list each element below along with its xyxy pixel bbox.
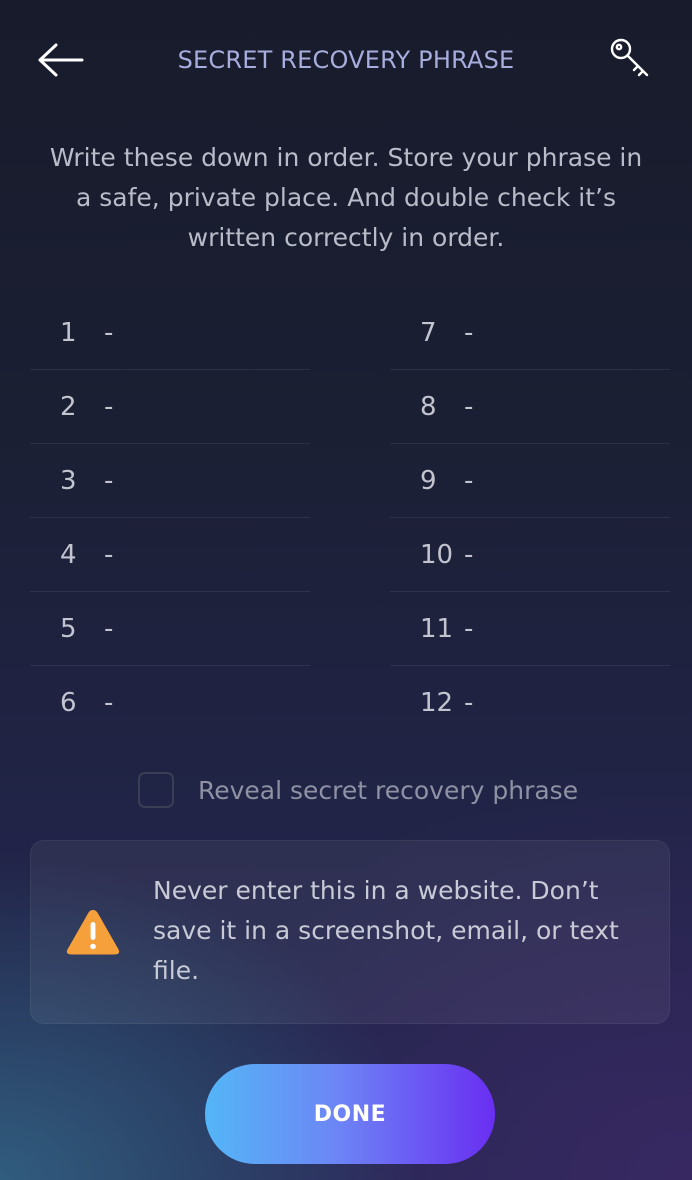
reveal-checkbox[interactable]: [138, 772, 174, 808]
word-separator: -: [104, 465, 114, 496]
word-index: 11: [420, 613, 454, 644]
key-icon: [610, 38, 649, 77]
word-index: 4: [60, 539, 77, 570]
word-separator: -: [104, 539, 114, 570]
word-index: 9: [420, 465, 437, 496]
phrase-word-10: 10 -: [390, 518, 670, 592]
word-separator: -: [464, 465, 474, 496]
word-separator: -: [104, 688, 114, 718]
phrase-word-12: 12 -: [390, 666, 670, 740]
done-button[interactable]: DONE: [205, 1064, 495, 1164]
phrase-word-11: 11 -: [390, 592, 670, 666]
phrase-word-4: 4 -: [30, 518, 310, 592]
warning-text: Never enter this in a website. Don’t sav…: [153, 876, 619, 985]
word-separator: -: [104, 391, 114, 422]
word-index: 2: [60, 391, 77, 422]
word-index: 10: [420, 539, 454, 570]
word-separator: -: [464, 317, 474, 348]
phrase-column-right: 7 - 8 - 9 - 10 - 11 - 12 -: [390, 296, 670, 740]
phrase-word-6: 6 -: [30, 666, 310, 740]
word-index: 8: [420, 391, 437, 422]
word-index: 6: [60, 688, 77, 718]
reveal-phrase-toggle[interactable]: Reveal secret recovery phrase: [138, 770, 578, 810]
phrase-word-5: 5 -: [30, 592, 310, 666]
word-index: 7: [420, 317, 437, 348]
key-button[interactable]: [606, 34, 654, 82]
word-index: 1: [60, 317, 77, 348]
word-separator: -: [464, 613, 474, 644]
warning-box: Never enter this in a website. Don’t sav…: [30, 840, 670, 1024]
phrase-word-1: 1 -: [30, 296, 310, 370]
word-index: 5: [60, 613, 77, 644]
phrase-word-8: 8 -: [390, 370, 670, 444]
word-index: 3: [60, 465, 77, 496]
warning-triangle-icon: [66, 910, 120, 955]
word-separator: -: [104, 317, 114, 348]
instructions-text: Write these down in order. Store your ph…: [49, 143, 643, 252]
page-title: SECRET RECOVERY PHRASE: [177, 46, 515, 74]
word-separator: -: [464, 539, 474, 570]
phrase-column-left: 1 - 2 - 3 - 4 - 5 - 6 -: [30, 296, 310, 740]
word-index: 12: [420, 688, 454, 718]
phrase-word-3: 3 -: [30, 444, 310, 518]
top-bar: SECRET RECOVERY PHRASE: [0, 0, 692, 124]
reveal-label: Reveal secret recovery phrase: [198, 775, 579, 805]
word-separator: -: [464, 688, 474, 718]
word-separator: -: [104, 613, 114, 644]
phrase-word-2: 2 -: [30, 370, 310, 444]
phrase-word-9: 9 -: [390, 444, 670, 518]
phrase-word-7: 7 -: [390, 296, 670, 370]
word-separator: -: [464, 391, 474, 422]
